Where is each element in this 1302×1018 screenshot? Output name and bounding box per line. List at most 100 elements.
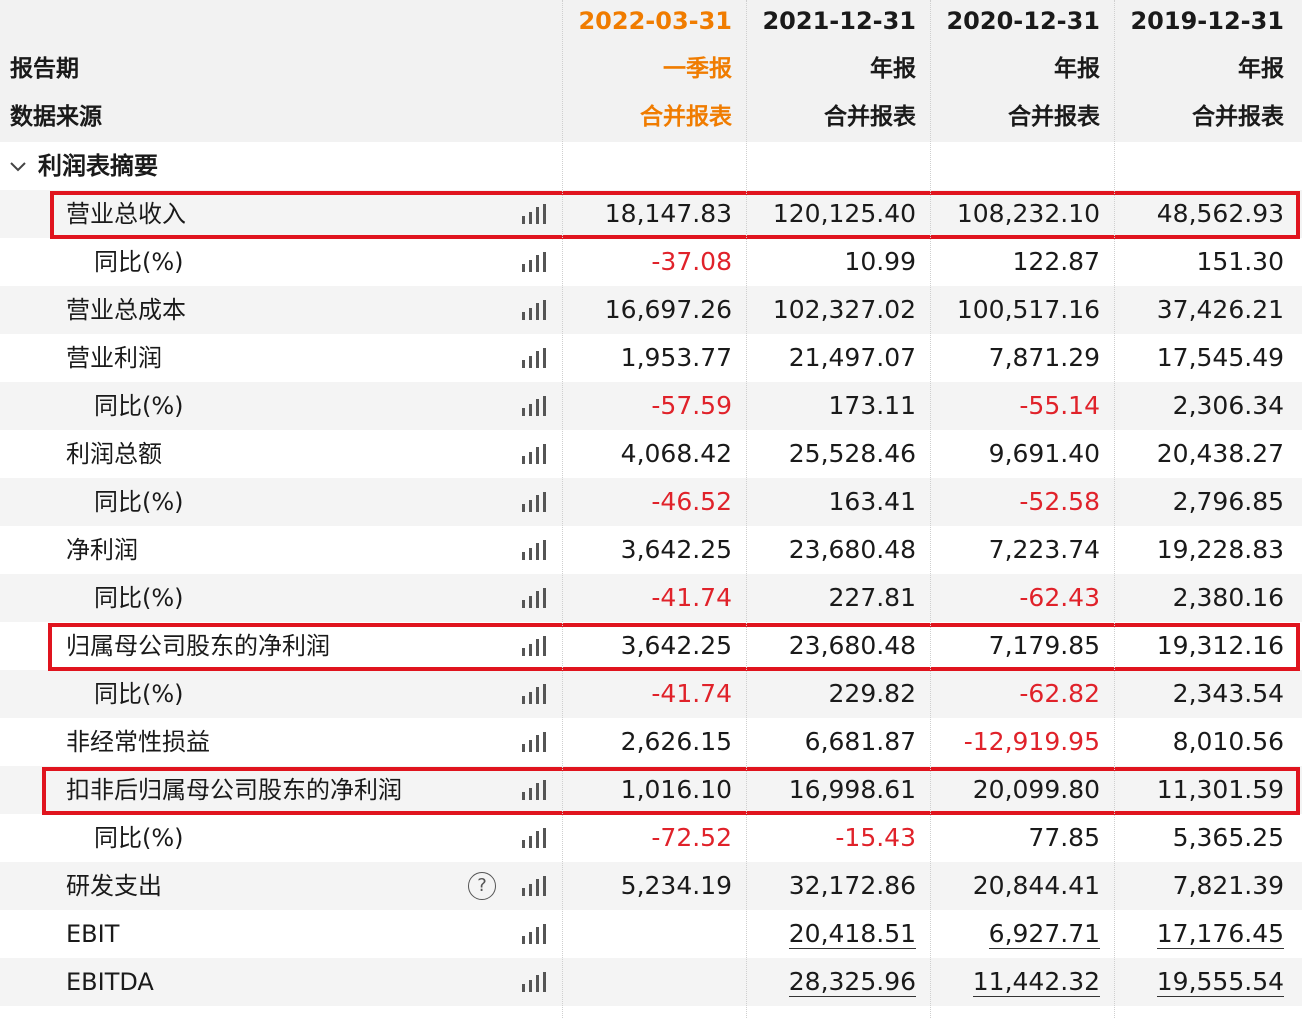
row-label: EBIT <box>66 920 120 948</box>
bar-chart-icon[interactable] <box>522 876 546 896</box>
table-row: 营业总成本 16,697.26 102,327.02 100,517.16 37,426… <box>0 286 1302 334</box>
cell-value: 6,681.87 <box>804 727 916 756</box>
row-label: 利润总额 <box>66 440 162 468</box>
cell-value-text: 17,176.45 <box>1156 919 1284 949</box>
row-label: 营业利润 <box>66 344 162 372</box>
table-row: 研发支出? 5,234.19 32,172.86 20,844.41 7,821.39 <box>0 862 1302 910</box>
bar-chart-icon[interactable] <box>522 684 546 704</box>
cell-value: -46.52 <box>651 487 732 516</box>
table-row: 同比(%) -41.74 227.81 -62.43 2,380.16 <box>0 574 1302 622</box>
column-date-4[interactable]: 2019-12-31 <box>1114 4 1298 38</box>
column-source-3: 合并报表 <box>1008 104 1100 130</box>
table-row: EBITDA 28,325.96 11,442.32 19,555.54 <box>0 958 1302 1006</box>
column-date-1[interactable]: 2022-03-31 <box>562 4 746 38</box>
cell-value <box>562 910 746 958</box>
column-date-3[interactable]: 2020-12-31 <box>930 4 1114 38</box>
cell-value: 229.82 <box>828 679 916 708</box>
cell-value: 20,438.27 <box>1156 439 1284 468</box>
help-icon[interactable]: ? <box>468 872 496 900</box>
cell-value: 28,325.96 <box>746 958 930 1006</box>
cell-value: 163.41 <box>828 487 916 516</box>
highlight-box <box>50 191 1300 239</box>
cell-value-text: 11,442.32 <box>972 967 1100 997</box>
report-period-label: 报告期 <box>10 56 79 82</box>
cell-value: 20,844.41 <box>972 871 1100 900</box>
table-row: 利润总额 4,068.42 25,528.46 9,691.40 20,438.27 <box>0 430 1302 478</box>
column-source-1: 合并报表 <box>640 104 732 130</box>
cell-value: 20,418.51 <box>746 910 930 958</box>
cell-value: 17,545.49 <box>1156 343 1284 372</box>
cell-value: 16,697.26 <box>604 295 732 324</box>
cell-value: 173.11 <box>828 391 916 420</box>
row-label: 同比(%) <box>94 824 184 852</box>
bar-chart-icon[interactable] <box>522 492 546 512</box>
column-period-type-4: 年报 <box>1238 56 1284 82</box>
cell-value: 100,517.16 <box>956 295 1100 324</box>
cell-value: 2,380.16 <box>1172 583 1284 612</box>
cell-value: 3,642.25 <box>620 535 732 564</box>
cell-value: 77.85 <box>1028 823 1100 852</box>
bar-chart-icon[interactable] <box>522 588 546 608</box>
cell-value-text: 19,555.54 <box>1156 967 1284 997</box>
chevron-down-icon[interactable] <box>8 156 28 176</box>
bar-chart-icon[interactable] <box>522 348 546 368</box>
cell-value: 151.30 <box>1196 247 1284 276</box>
row-label: 净利润 <box>66 536 138 564</box>
data-source-label: 数据来源 <box>10 104 102 130</box>
table-row: 同比(%) -57.59 173.11 -55.14 2,306.34 <box>0 382 1302 430</box>
cell-value: -41.74 <box>651 583 732 612</box>
bar-chart-icon[interactable] <box>522 540 546 560</box>
cell-value: 102,327.02 <box>772 295 916 324</box>
cell-value: 1,953.77 <box>620 343 732 372</box>
table-row: EBIT 20,418.51 6,927.71 17,176.45 <box>0 910 1302 958</box>
bar-chart-icon[interactable] <box>522 444 546 464</box>
table-row: 营业利润 1,953.77 21,497.07 7,871.29 17,545.49 <box>0 334 1302 382</box>
cell-value: 2,343.54 <box>1172 679 1284 708</box>
column-divider <box>562 0 563 1018</box>
cell-value: 19,228.83 <box>1156 535 1284 564</box>
cell-value: -37.08 <box>651 247 732 276</box>
bar-chart-icon[interactable] <box>522 924 546 944</box>
section-income-summary[interactable]: 利润表摘要 <box>0 142 1302 190</box>
row-label: 同比(%) <box>94 488 184 516</box>
row-label: 同比(%) <box>94 584 184 612</box>
bar-chart-icon[interactable] <box>522 828 546 848</box>
column-divider <box>746 0 747 1018</box>
row-label: 同比(%) <box>94 680 184 708</box>
cell-value: 8,010.56 <box>1172 727 1284 756</box>
cell-value: -62.82 <box>1019 679 1100 708</box>
row-label: 同比(%) <box>94 248 184 276</box>
table-row: 同比(%) -72.52 -15.43 77.85 5,365.25 <box>0 814 1302 862</box>
cell-value: -55.14 <box>1019 391 1100 420</box>
table-row: 同比(%) -37.08 10.99 122.87 151.30 <box>0 238 1302 286</box>
cell-value: 5,365.25 <box>1172 823 1284 852</box>
row-label: 营业总成本 <box>66 296 186 324</box>
column-divider <box>1114 0 1115 1018</box>
column-source-4: 合并报表 <box>1192 104 1284 130</box>
cell-value: -15.43 <box>835 823 916 852</box>
cell-value: 7,821.39 <box>1172 871 1284 900</box>
column-date-2[interactable]: 2021-12-31 <box>746 4 930 38</box>
cell-value: 23,680.48 <box>788 535 916 564</box>
bar-chart-icon[interactable] <box>522 396 546 416</box>
column-period-type-2: 年报 <box>870 56 916 82</box>
cell-value: 11,442.32 <box>930 958 1114 1006</box>
cell-value: -41.74 <box>651 679 732 708</box>
table-row: 非经常性损益 2,626.15 6,681.87 -12,919.95 8,010.56 <box>0 718 1302 766</box>
cell-value: -52.58 <box>1019 487 1100 516</box>
bar-chart-icon[interactable] <box>522 252 546 272</box>
cell-value: 2,796.85 <box>1172 487 1284 516</box>
cell-value: -12,919.95 <box>963 727 1100 756</box>
cell-value: -62.43 <box>1019 583 1100 612</box>
cell-value: 21,497.07 <box>788 343 916 372</box>
row-label: 研发支出 <box>66 872 162 900</box>
cell-value: 10.99 <box>844 247 916 276</box>
cell-value <box>562 958 746 1006</box>
table-row: 同比(%) -41.74 229.82 -62.82 2,343.54 <box>0 670 1302 718</box>
bar-chart-icon[interactable] <box>522 300 546 320</box>
cell-value: 9,691.40 <box>988 439 1100 468</box>
bar-chart-icon[interactable] <box>522 972 546 992</box>
bar-chart-icon[interactable] <box>522 732 546 752</box>
cell-value: 2,306.34 <box>1172 391 1284 420</box>
table-row: 同比(%) -46.52 163.41 -52.58 2,796.85 <box>0 478 1302 526</box>
